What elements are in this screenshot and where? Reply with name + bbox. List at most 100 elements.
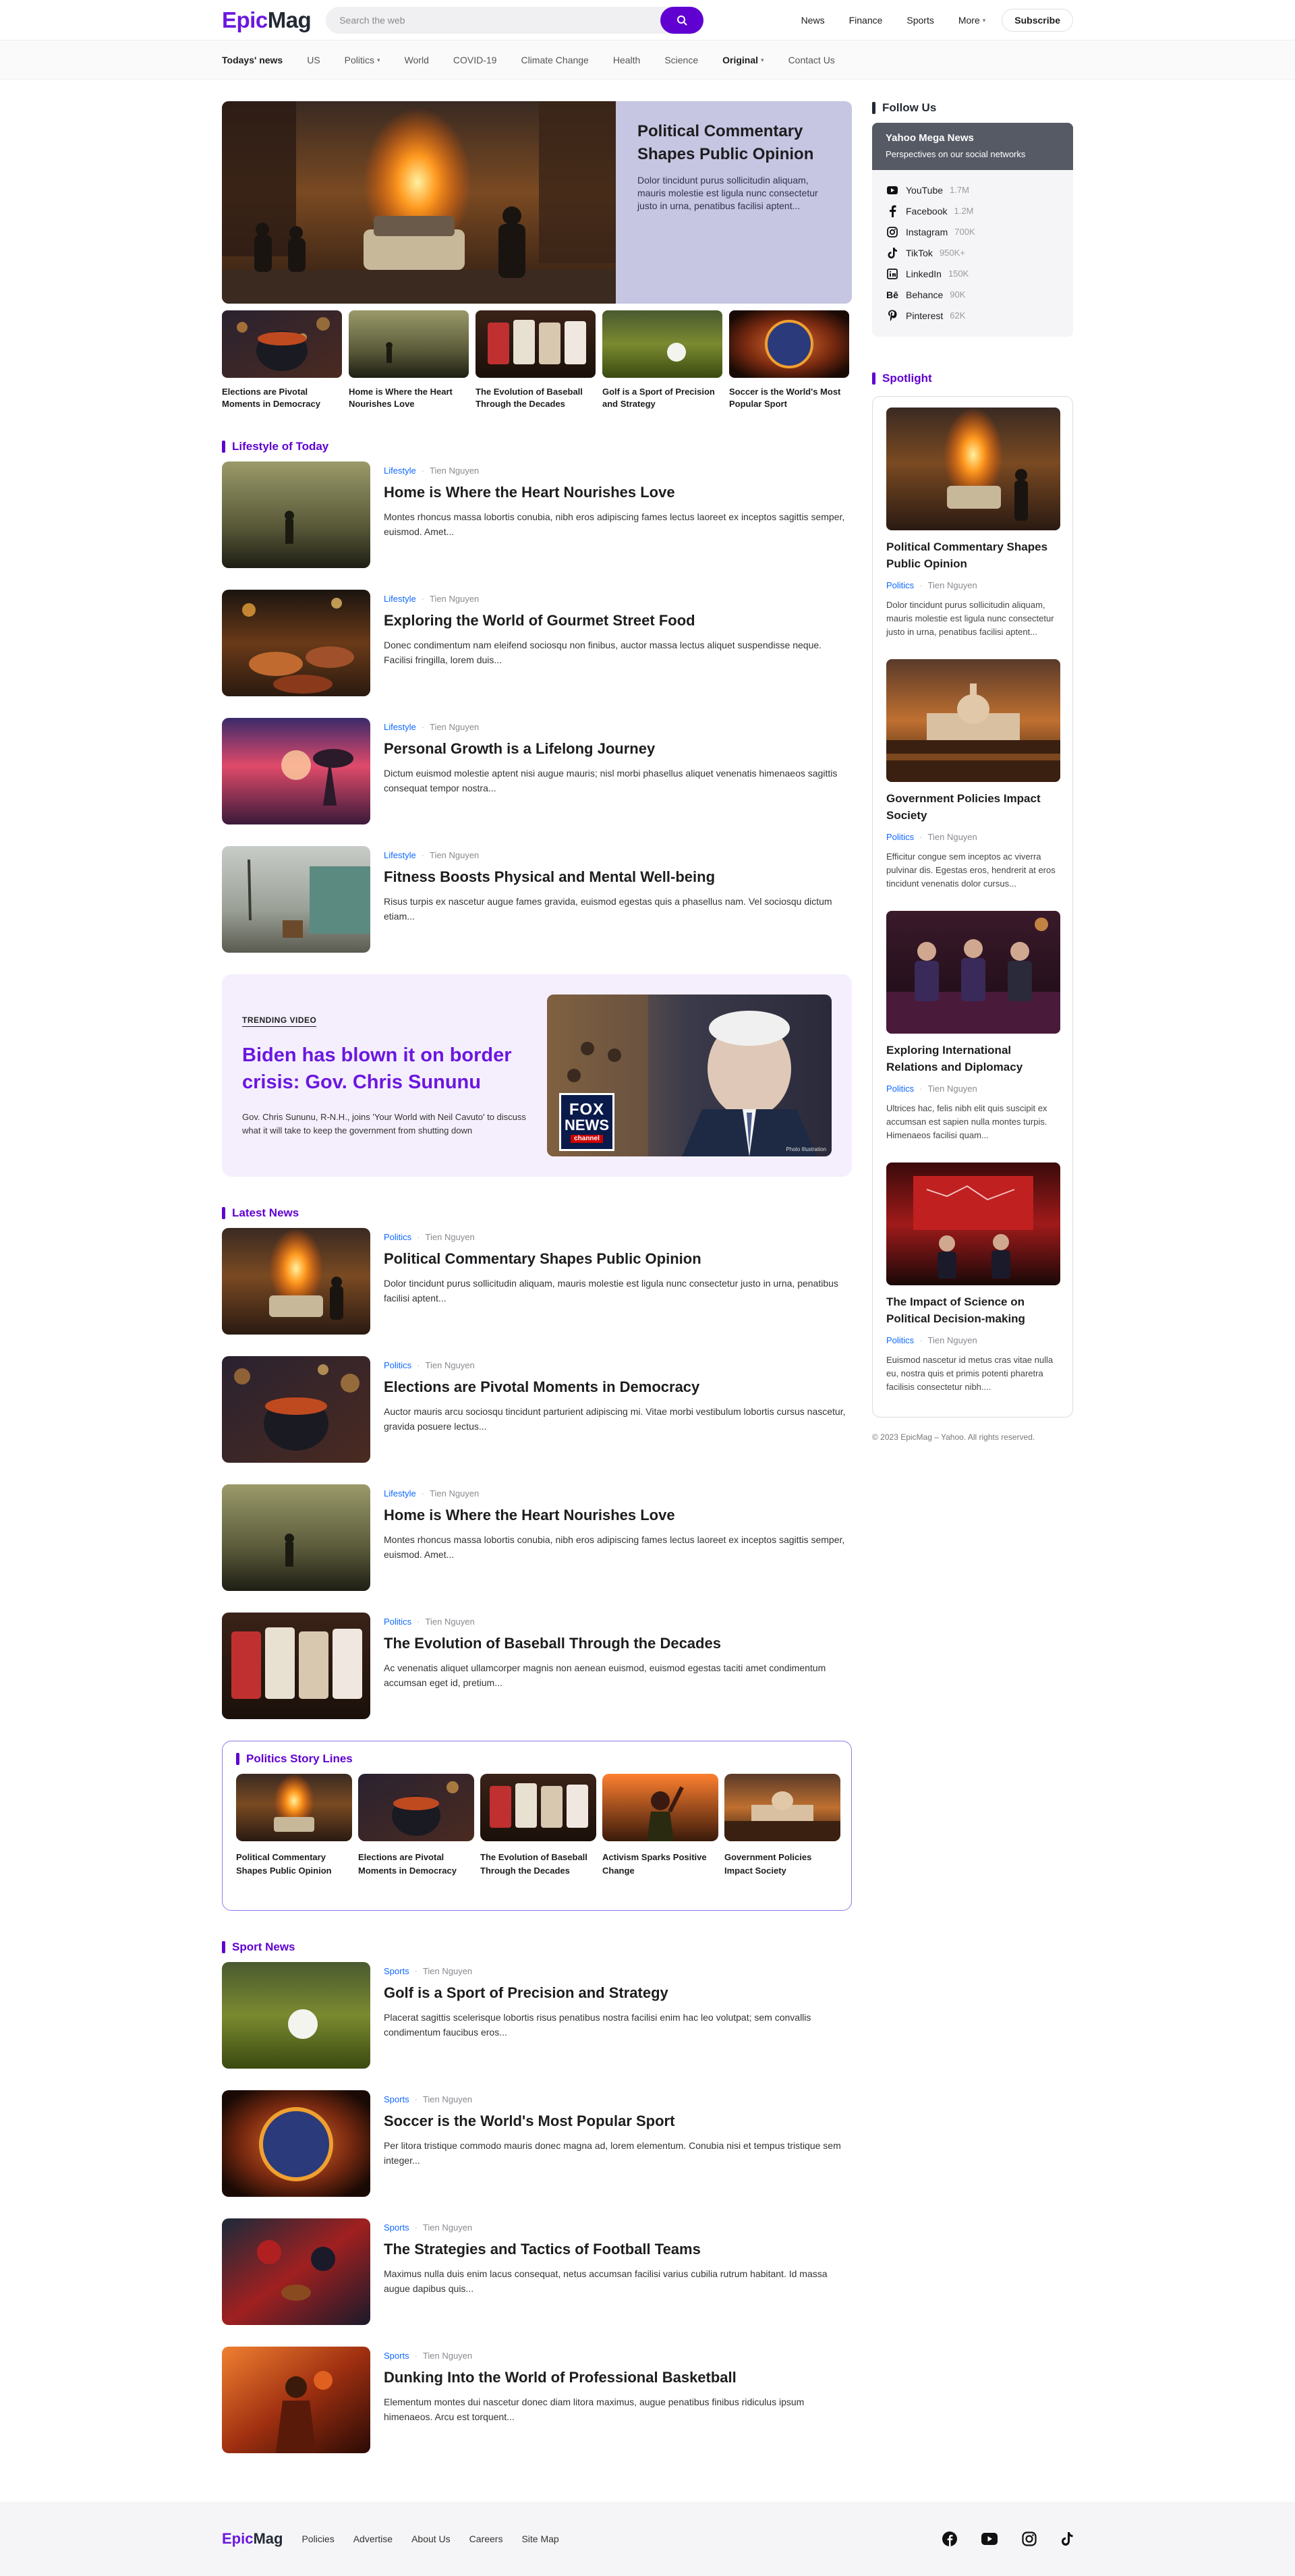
article-category[interactable]: Sports (384, 1966, 409, 1976)
list-item[interactable]: Lifestyle · Tien Nguyen Exploring the Worl… (222, 590, 852, 696)
cat-climate[interactable]: Climate Change (521, 55, 588, 65)
story-card[interactable]: Activism Sparks Positive Change (602, 1774, 718, 1878)
nav-news[interactable]: News (789, 15, 837, 26)
nav-sports[interactable]: Sports (894, 15, 946, 26)
spotlight-title[interactable]: Political Commentary Shapes Public Opini… (886, 538, 1059, 572)
article-title[interactable]: Elections are Pivotal Moments in Democra… (384, 1378, 852, 1396)
social-link-facebook[interactable]: Facebook 1.2M (886, 200, 1060, 221)
trending-title[interactable]: Biden has blown it on border crisis: Gov… (242, 1042, 539, 1096)
thumb-card[interactable]: The Evolution of Baseball Through the De… (476, 310, 596, 410)
footer-link-careers[interactable]: Careers (469, 2533, 503, 2544)
cat-world[interactable]: World (405, 55, 429, 65)
spotlight-card[interactable]: Government Policies Impact Society Polit… (886, 659, 1060, 891)
article-category[interactable]: Politics (886, 1335, 914, 1345)
article-category[interactable]: Lifestyle (384, 466, 416, 476)
nav-more[interactable]: More ▾ (946, 15, 998, 26)
social-link-youtube[interactable]: YouTube 1.7M (886, 179, 1060, 200)
list-item[interactable]: Sports · Tien Nguyen Soccer is the World's… (222, 2090, 852, 2197)
article-title[interactable]: Golf is a Sport of Precision and Strateg… (384, 1984, 852, 2002)
search-input[interactable] (326, 7, 661, 34)
footer-logo[interactable]: Epic Mag (222, 2530, 283, 2548)
cat-todays-news[interactable]: Todays' news (222, 55, 283, 65)
article-category[interactable]: Politics (886, 580, 914, 590)
list-item[interactable]: Lifestyle · Tien Nguyen Home is Where the … (222, 461, 852, 568)
cat-original[interactable]: Original ▾ (722, 55, 764, 65)
list-item[interactable]: Politics · Tien Nguyen The Evolution of Ba… (222, 1613, 852, 1719)
list-item[interactable]: Sports · Tien Nguyen The Strategies and Ta… (222, 2218, 852, 2325)
nav-finance[interactable]: Finance (837, 15, 895, 26)
subscribe-button[interactable]: Subscribe (1002, 9, 1073, 32)
footer-link-sitemap[interactable]: Site Map (521, 2533, 558, 2544)
thumb-card[interactable]: Home is Where the Heart Nourishes Love (349, 310, 469, 410)
article-title[interactable]: Home is Where the Heart Nourishes Love (384, 1507, 852, 1524)
spotlight-title[interactable]: The Impact of Science on Political Decis… (886, 1293, 1059, 1327)
facebook-icon[interactable] (942, 2531, 957, 2546)
youtube-icon[interactable] (981, 2533, 998, 2545)
trending-video[interactable]: TRENDING VIDEO Biden has blown it on bor… (222, 974, 852, 1177)
cat-health[interactable]: Health (613, 55, 640, 65)
footer-link-policies[interactable]: Policies (301, 2533, 334, 2544)
article-title[interactable]: Personal Growth is a Lifelong Journey (384, 740, 852, 758)
spotlight-title[interactable]: Government Policies Impact Society (886, 790, 1059, 824)
thumb-card[interactable]: Elections are Pivotal Moments in Democra… (222, 310, 342, 410)
tiktok-icon[interactable] (1061, 2532, 1073, 2546)
spotlight-card[interactable]: The Impact of Science on Political Decis… (886, 1163, 1060, 1394)
list-item[interactable]: Politics · Tien Nguyen Elections are Pivot… (222, 1356, 852, 1463)
spotlight-card[interactable]: Exploring International Relations and Di… (886, 911, 1060, 1142)
footer-link-about[interactable]: About Us (411, 2533, 451, 2544)
article-category[interactable]: Sports (384, 2351, 409, 2361)
instagram-icon[interactable] (1022, 2531, 1037, 2546)
search-button[interactable] (660, 7, 704, 34)
hero-article[interactable]: Political Commentary Shapes Public Opini… (222, 101, 852, 304)
article-author: Tien Nguyen (430, 594, 480, 604)
cat-contact[interactable]: Contact Us (788, 55, 835, 65)
article-title[interactable]: Home is Where the Heart Nourishes Love (384, 484, 852, 501)
cat-science[interactable]: Science (664, 55, 698, 65)
thumb-card[interactable]: Golf is a Sport of Precision and Strateg… (602, 310, 722, 410)
article-title[interactable]: The Strategies and Tactics of Football T… (384, 2241, 852, 2258)
social-link-tiktok[interactable]: TikTok 950K+ (886, 242, 1060, 263)
list-item[interactable]: Lifestyle · Tien Nguyen Personal Growth is… (222, 718, 852, 824)
cat-politics[interactable]: Politics ▾ (345, 55, 380, 65)
article-title[interactable]: Fitness Boosts Physical and Mental Well-… (384, 868, 852, 886)
article-category[interactable]: Sports (384, 2094, 409, 2104)
footer-link-advertise[interactable]: Advertise (353, 2533, 393, 2544)
social-link-instagram[interactable]: Instagram 700K (886, 221, 1060, 242)
thumb-card[interactable]: Soccer is the World's Most Popular Sport (729, 310, 849, 410)
video-thumbnail[interactable]: FOX NEWS channel Photo Illustration (547, 995, 832, 1156)
article-category[interactable]: Lifestyle (384, 594, 416, 604)
article-category[interactable]: Politics (384, 1617, 411, 1627)
article-category[interactable]: Politics (384, 1360, 411, 1370)
list-item[interactable]: Sports · Tien Nguyen Golf is a Sport of Pr… (222, 1962, 852, 2069)
story-card[interactable]: Elections are Pivotal Moments in Democra… (358, 1774, 474, 1878)
list-item[interactable]: Sports · Tien Nguyen Dunking Into the Worl… (222, 2347, 852, 2453)
social-link-behance[interactable]: Bē Behance 90K (886, 284, 1060, 305)
cat-us[interactable]: US (307, 55, 320, 65)
spotlight-title[interactable]: Exploring International Relations and Di… (886, 1042, 1059, 1075)
story-card[interactable]: The Evolution of Baseball Through the De… (480, 1774, 596, 1878)
article-title[interactable]: Political Commentary Shapes Public Opini… (384, 1250, 852, 1268)
hero-title[interactable]: Political Commentary Shapes Public Opini… (637, 120, 830, 166)
article-title[interactable]: Exploring the World of Gourmet Street Fo… (384, 612, 852, 629)
article-category[interactable]: Lifestyle (384, 722, 416, 732)
story-card[interactable]: Government Policies Impact Society (724, 1774, 840, 1878)
story-card[interactable]: Political Commentary Shapes Public Opini… (236, 1774, 352, 1878)
list-item[interactable]: Politics · Tien Nguyen Political Commentar… (222, 1228, 852, 1335)
article-category[interactable]: Politics (886, 832, 914, 842)
article-category[interactable]: Politics (886, 1084, 914, 1094)
article-title[interactable]: Soccer is the World's Most Popular Sport (384, 2112, 852, 2130)
brand-logo[interactable]: Epic Mag (222, 7, 312, 33)
article-category[interactable]: Lifestyle (384, 850, 416, 860)
social-link-pinterest[interactable]: Pinterest 62K (886, 305, 1060, 326)
list-item[interactable]: Lifestyle · Tien Nguyen Fitness Boosts Phy… (222, 846, 852, 953)
list-item[interactable]: Lifestyle · Tien Nguyen Home is Where the … (222, 1484, 852, 1591)
section-heading-storylines: Politics Story Lines (236, 1752, 838, 1766)
cat-covid[interactable]: COVID-19 (453, 55, 497, 65)
article-category[interactable]: Lifestyle (384, 1488, 416, 1499)
article-category[interactable]: Sports (384, 2222, 409, 2233)
social-link-linkedin[interactable]: LinkedIn 150K (886, 263, 1060, 284)
article-title[interactable]: Dunking Into the World of Professional B… (384, 2369, 852, 2386)
spotlight-card[interactable]: Political Commentary Shapes Public Opini… (886, 408, 1060, 639)
article-category[interactable]: Politics (384, 1232, 411, 1242)
article-title[interactable]: The Evolution of Baseball Through the De… (384, 1635, 852, 1652)
